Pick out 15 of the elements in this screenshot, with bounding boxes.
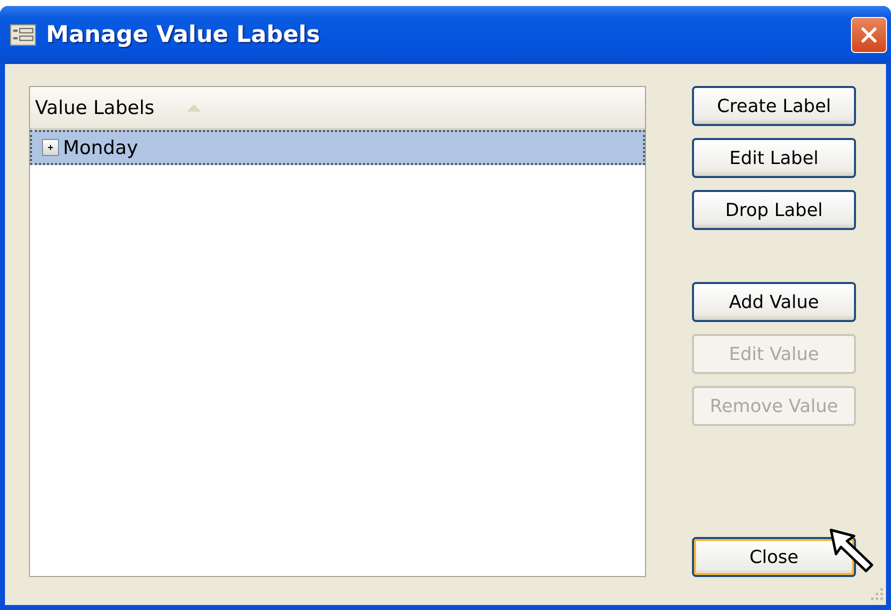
resize-grip-icon[interactable] [870,587,884,601]
close-button[interactable] [851,17,887,53]
tree-row[interactable]: Monday [30,130,645,165]
close-icon [859,25,879,45]
dialog-button[interactable]: Add Value [692,282,856,322]
dialog-button[interactable]: Create Label [692,86,856,126]
dialog-button[interactable]: Edit Label [692,138,856,178]
mouse-pointer-icon [828,527,876,575]
window-title: Manage Value Labels [46,22,322,48]
item-label: Monday [63,136,138,158]
expand-icon[interactable] [42,139,59,156]
dialog-button[interactable]: Drop Label [692,190,856,230]
dialog-button[interactable]: Close [692,537,856,577]
column-header[interactable]: Value Labels [30,87,645,130]
form-icon [10,24,36,46]
